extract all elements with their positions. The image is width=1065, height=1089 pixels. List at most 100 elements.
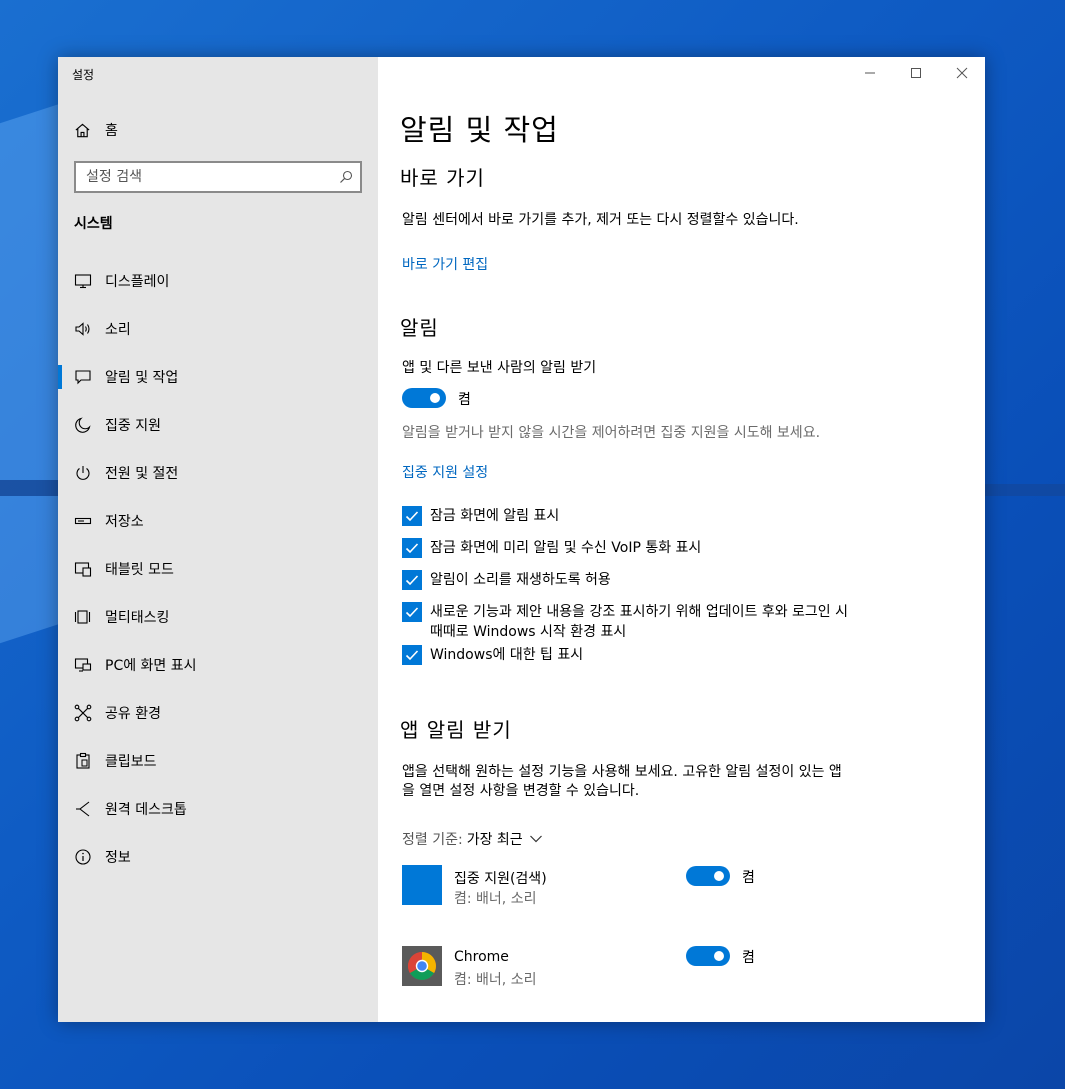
monitor-icon: [74, 274, 92, 289]
focus-assist-app-toggle[interactable]: [686, 866, 730, 886]
checkmark-icon: [405, 607, 419, 618]
clipboard-icon: [76, 752, 90, 769]
desktop-band-left: [0, 480, 60, 496]
close-button[interactable]: [939, 57, 985, 89]
home-nav[interactable]: 홈: [74, 119, 118, 141]
sidebar: 설정 홈 시스템 디스플레이 소리 알림 및 작업 집중 지원 전원: [58, 57, 378, 1022]
moon-icon: [75, 417, 91, 433]
home-label: 홈: [105, 123, 118, 139]
section-title: 시스템: [74, 216, 113, 232]
sidebar-item-clipboard[interactable]: 클립보드: [58, 741, 378, 781]
chrome-app-toggle[interactable]: [686, 946, 730, 966]
chevron-down-icon[interactable]: [529, 834, 543, 844]
window-title: 설정: [72, 68, 95, 82]
project-icon: [74, 658, 92, 672]
checkbox-welcome-experience[interactable]: 새로운 기능과 제안 내용을 강조 표시하기 위해 업데이트 후와 로그인 시 …: [402, 602, 850, 642]
sidebar-item-label: 전원 및 절전: [105, 466, 179, 482]
checkmark-icon: [405, 650, 419, 661]
sidebar-item-label: 원격 데스크톱: [105, 802, 187, 818]
sidebar-item-display[interactable]: 디스플레이: [58, 261, 378, 301]
app-toggle-state: 켬: [742, 870, 755, 886]
sidebar-item-power[interactable]: 전원 및 절전: [58, 453, 378, 493]
get-notifications-label: 앱 및 다른 보낸 사람의 알림 받기: [402, 360, 597, 376]
sidebar-item-project-to-pc[interactable]: PC에 화면 표시: [58, 645, 378, 685]
checkbox[interactable]: [402, 645, 422, 665]
app-row-chrome[interactable]: Chrome 켬: 배너, 소리: [402, 946, 822, 990]
home-icon: [75, 123, 90, 137]
checkmark-icon: [405, 575, 419, 586]
sort-label: 정렬 기준:: [402, 832, 463, 848]
app-row-focus-assist[interactable]: 집중 지원(검색) 켬: 배너, 소리: [402, 865, 822, 909]
chrome-app-icon: [402, 946, 442, 986]
checkbox[interactable]: [402, 538, 422, 558]
checkbox-lock-screen-notifications[interactable]: 잠금 화면에 알림 표시: [402, 506, 850, 526]
chrome-icon: [408, 952, 436, 980]
checkbox[interactable]: [402, 506, 422, 526]
sidebar-item-label: 클립보드: [105, 754, 157, 770]
sidebar-item-label: 디스플레이: [105, 274, 170, 290]
checkbox-label: Windows에 대한 팁 표시: [430, 647, 584, 663]
checkbox-lock-screen-reminders[interactable]: 잠금 화면에 미리 알림 및 수신 VoIP 통화 표시: [402, 538, 850, 558]
sidebar-item-label: 공유 환경: [105, 706, 161, 722]
notification-icon: [75, 370, 91, 385]
toggle-knob: [714, 951, 724, 961]
quick-actions-heading: 바로 가기: [400, 166, 485, 190]
checkbox[interactable]: [402, 570, 422, 590]
focus-assist-settings-link[interactable]: 집중 지원 설정: [402, 462, 488, 482]
sidebar-item-tablet-mode[interactable]: 태블릿 모드: [58, 549, 378, 589]
maximize-icon: [911, 68, 921, 78]
sidebar-item-label: 소리: [105, 322, 131, 338]
search-box[interactable]: [74, 161, 362, 193]
speaker-icon: [75, 322, 90, 336]
maximize-button[interactable]: [893, 57, 939, 89]
checkbox-play-sounds[interactable]: 알림이 소리를 재생하도록 허용: [402, 570, 850, 590]
sidebar-item-shared-experiences[interactable]: 공유 환경: [58, 693, 378, 733]
minimize-button[interactable]: [847, 57, 893, 89]
edit-quick-actions-link[interactable]: 바로 가기 편집: [402, 254, 488, 274]
app-notifications-heading: 앱 알림 받기: [400, 718, 512, 742]
tablet-icon: [74, 562, 92, 577]
checkbox-label: 잠금 화면에 알림 표시: [430, 508, 560, 524]
sidebar-item-label: 집중 지원: [105, 418, 161, 434]
sidebar-item-multitasking[interactable]: 멀티태스킹: [58, 597, 378, 637]
quick-actions-description: 알림 센터에서 바로 가기를 추가, 제거 또는 다시 정렬할수 있습니다.: [402, 212, 799, 228]
search-icon[interactable]: [339, 170, 353, 184]
app-detail: 켬: 배너, 소리: [454, 972, 537, 988]
page-title: 알림 및 작업: [400, 113, 559, 147]
app-detail: 켬: 배너, 소리: [454, 891, 537, 907]
checkmark-icon: [405, 543, 419, 554]
toggle-knob: [430, 393, 440, 403]
sidebar-item-focus-assist[interactable]: 집중 지원: [58, 405, 378, 445]
sidebar-item-label: 태블릿 모드: [105, 562, 174, 578]
sidebar-item-about[interactable]: 정보: [58, 837, 378, 877]
multitasking-icon: [74, 610, 91, 624]
checkbox-label: 새로운 기능과 제안 내용을 강조 표시하기 위해 업데이트 후와 로그인 시 …: [430, 604, 849, 640]
checkmark-icon: [405, 511, 419, 522]
sidebar-item-sound[interactable]: 소리: [58, 309, 378, 349]
sort-by[interactable]: 정렬 기준: 가장 최근: [402, 829, 543, 849]
sidebar-item-remote-desktop[interactable]: 원격 데스크톱: [58, 789, 378, 829]
search-input[interactable]: [76, 163, 326, 191]
sort-value[interactable]: 가장 최근: [467, 829, 523, 849]
close-icon: [956, 67, 968, 79]
sidebar-item-label: PC에 화면 표시: [105, 658, 197, 674]
share-icon: [74, 704, 92, 722]
notifications-toggle-state: 켬: [458, 392, 471, 408]
remote-desktop-icon: [76, 801, 90, 817]
sidebar-item-label: 알림 및 작업: [105, 370, 179, 386]
content-pane: 알림 및 작업 바로 가기 알림 센터에서 바로 가기를 추가, 제거 또는 다…: [378, 57, 985, 1022]
app-toggle-state: 켬: [742, 950, 755, 966]
desktop-band-right: [985, 484, 1065, 496]
sidebar-item-notifications[interactable]: 알림 및 작업: [58, 357, 378, 397]
app-name: 집중 지원(검색): [454, 871, 547, 887]
checkbox-windows-tips[interactable]: Windows에 대한 팁 표시: [402, 645, 850, 665]
focus-assist-hint: 알림을 받거나 받지 않을 시간을 제어하려면 집중 지원을 시도해 보세요.: [402, 425, 821, 441]
toggle-knob: [714, 871, 724, 881]
sidebar-item-storage[interactable]: 저장소: [58, 501, 378, 541]
checkbox[interactable]: [402, 602, 422, 622]
sidebar-item-label: 멀티태스킹: [105, 610, 170, 626]
notifications-toggle[interactable]: [402, 388, 446, 408]
minimize-icon: [865, 72, 875, 74]
power-icon: [76, 466, 90, 480]
checkbox-label: 알림이 소리를 재생하도록 허용: [430, 572, 611, 588]
